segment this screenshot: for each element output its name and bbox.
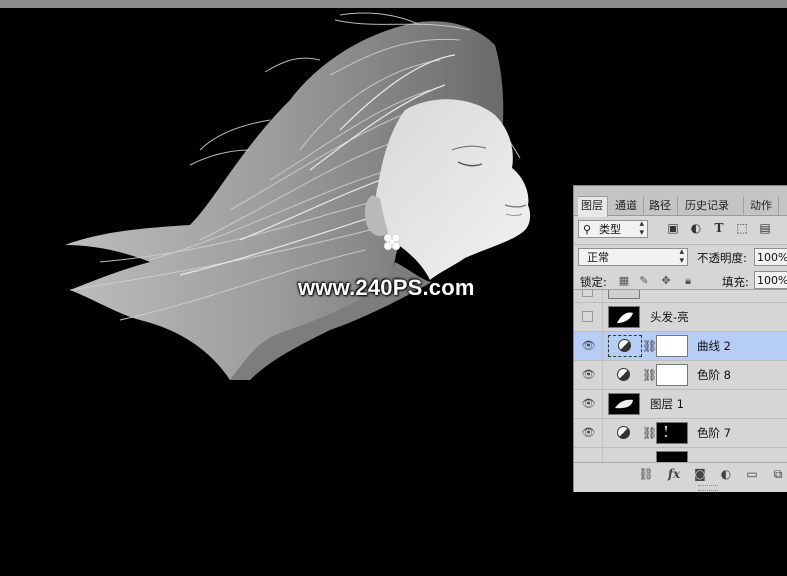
opacity-label: 不透明度: — [697, 251, 747, 265]
layer-thumbnail — [608, 306, 640, 328]
layer-row[interactable]: 头发-亮 — [574, 303, 787, 332]
levels-adjustment-icon — [617, 426, 630, 439]
link-icon[interactable]: ⛓︎ — [642, 425, 657, 441]
filter-kind-value: 类型 — [599, 223, 621, 236]
layer-thumbnail — [608, 393, 640, 415]
add-mask-icon[interactable]: ◙ — [692, 466, 708, 482]
select-arrows-icon: ▴ ▾ — [639, 219, 644, 238]
layer-row-selected[interactable]: 👁︎ ⛓︎ 曲线 2 — [574, 332, 787, 361]
smart-object-filter-icon[interactable]: ▤ — [758, 221, 772, 235]
resize-grip[interactable] — [698, 485, 718, 491]
blend-mode-value: 正常 — [587, 251, 609, 264]
new-group-icon[interactable]: ▭ — [744, 466, 760, 482]
select-arrows-icon: ▴ ▾ — [679, 247, 684, 266]
lock-row: 锁定: ▦ ✎ ✥ 🔒︎ 填充: 100% — [574, 271, 787, 291]
blend-row: 正常 ▴ ▾ 不透明度: 100% — [574, 244, 787, 268]
layer-name[interactable]: 曲线 2 — [697, 338, 731, 354]
layer-row[interactable] — [574, 290, 787, 303]
top-bar — [0, 0, 787, 8]
adjustment-thumbnail — [608, 335, 642, 357]
visibility-toggle[interactable] — [582, 311, 593, 322]
layer-name[interactable]: 色阶 7 — [697, 425, 731, 441]
layer-filter-row: ⚲ 类型 ▴ ▾ ▣ ◐ T ⬚ ▤ — [574, 217, 787, 241]
layer-row[interactable]: 👁︎ ⛓︎ 色阶 7 — [574, 419, 787, 448]
curves-adjustment-icon — [618, 339, 631, 352]
watermark-text: www.240PS.com — [298, 275, 475, 300]
new-layer-icon[interactable]: ⧉ — [770, 466, 786, 482]
tab-actions[interactable]: 动作 — [747, 197, 779, 216]
layer-row[interactable]: 👁︎ ⛓︎ 色阶 8 — [574, 361, 787, 390]
new-adjustment-icon[interactable]: ◐ — [718, 466, 734, 482]
lock-label: 锁定: — [580, 275, 607, 289]
layer-row[interactable]: 👁︎ 图层 1 — [574, 390, 787, 419]
fill-label: 填充: — [722, 275, 749, 289]
tab-paths[interactable]: 路径 — [646, 197, 678, 216]
blend-mode-select[interactable]: 正常 ▴ ▾ — [578, 248, 688, 266]
eye-icon[interactable]: 👁︎ — [581, 368, 596, 381]
lock-position-icon[interactable]: ✥ — [660, 275, 672, 287]
search-icon: ⚲ — [583, 223, 592, 236]
lock-all-icon[interactable]: 🔒︎ — [682, 275, 694, 287]
fill-field[interactable]: 100% — [754, 271, 787, 289]
fx-icon[interactable]: fx — [666, 466, 682, 482]
adjustment-filter-icon[interactable]: ◐ — [689, 221, 703, 235]
mask-thumbnail — [656, 422, 688, 444]
layer-row[interactable] — [574, 448, 787, 462]
eye-icon[interactable]: 👁︎ — [581, 397, 596, 410]
mask-thumbnail — [656, 335, 688, 357]
eye-icon[interactable]: 👁︎ — [581, 339, 596, 352]
layer-name[interactable]: 图层 1 — [650, 396, 684, 412]
levels-adjustment-icon — [617, 368, 630, 381]
opacity-field[interactable]: 100% — [754, 248, 787, 266]
panel-tabs: 图层 通道 路径 历史记录 动作 — [574, 186, 787, 217]
lock-image-icon[interactable]: ✎ — [638, 275, 650, 287]
visibility-toggle[interactable] — [582, 290, 593, 297]
eye-icon[interactable]: 👁︎ — [581, 426, 596, 439]
link-icon[interactable]: ⛓︎ — [642, 338, 657, 354]
layers-panel: 图层 通道 路径 历史记录 动作 ⚲ 类型 ▴ ▾ ▣ ◐ T ⬚ ▤ 正常 ▴ ▾… — [573, 185, 787, 492]
text-filter-icon[interactable]: T — [712, 221, 726, 235]
layer-thumbnail — [608, 290, 640, 299]
layers-list[interactable]: 头发-亮 👁︎ ⛓︎ 曲线 2 👁︎ ⛓︎ 色阶 8 👁︎ 图层 1 👁︎ ⛓︎… — [574, 289, 787, 462]
tab-layers[interactable]: 图层 — [578, 196, 608, 217]
layer-name[interactable]: 头发-亮 — [650, 309, 689, 325]
mask-thumbnail — [656, 451, 688, 462]
hair-figure — [65, 12, 531, 381]
link-icon[interactable]: ⛓︎ — [642, 367, 657, 383]
tab-history[interactable]: 历史记录 — [682, 197, 744, 216]
mask-thumbnail — [656, 364, 688, 386]
lock-transparent-icon[interactable]: ▦ — [618, 275, 630, 287]
filter-kind-select[interactable]: ⚲ 类型 ▴ ▾ — [578, 220, 648, 238]
shape-filter-icon[interactable]: ⬚ — [735, 221, 749, 235]
image-filter-icon[interactable]: ▣ — [666, 221, 680, 235]
link-layers-icon[interactable]: ⛓︎ — [638, 466, 654, 482]
layer-name[interactable]: 色阶 8 — [697, 367, 731, 383]
layers-bottom-bar: ⛓︎ fx ◙ ◐ ▭ ⧉ — [574, 462, 787, 485]
tab-channels[interactable]: 通道 — [612, 197, 644, 216]
